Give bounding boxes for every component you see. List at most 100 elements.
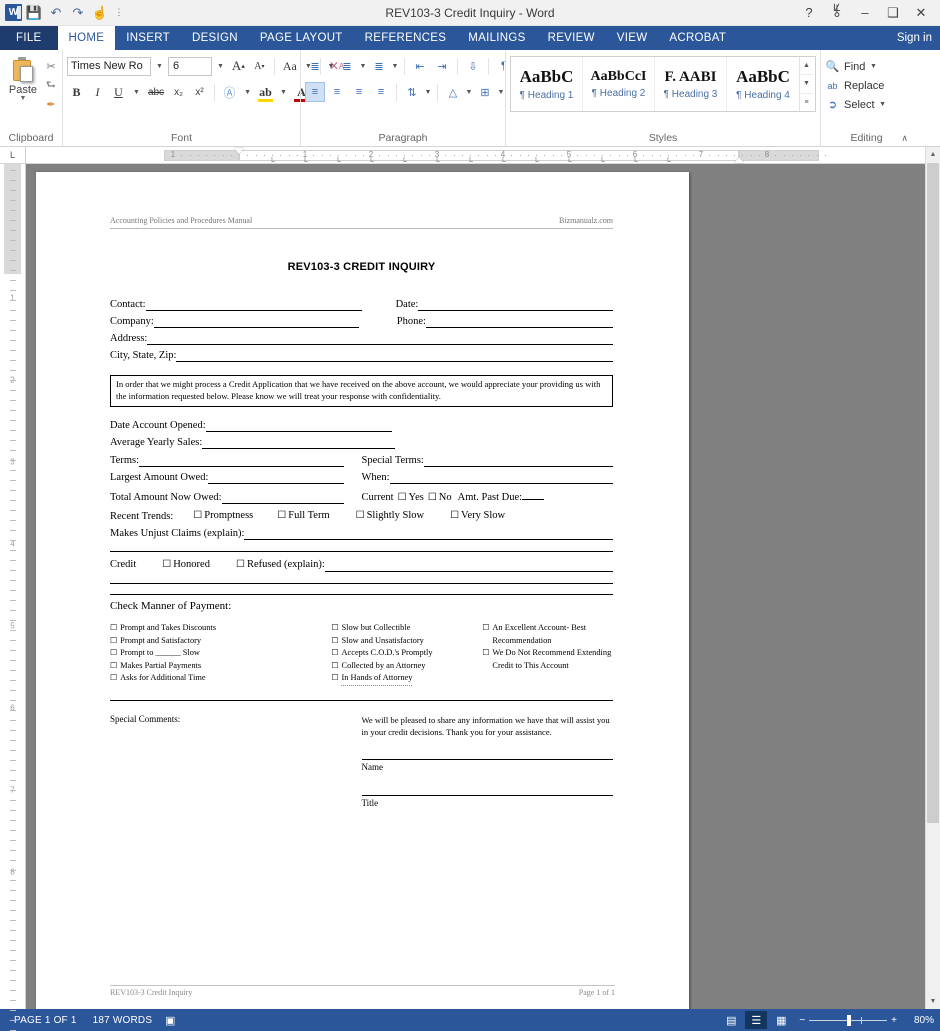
vertical-scrollbar[interactable]: ▲ ▼: [925, 147, 940, 1009]
borders-icon[interactable]: ⊞: [475, 82, 495, 102]
amt-past-due-input-line[interactable]: [522, 489, 545, 500]
multilevel-caret-icon[interactable]: ▼: [391, 63, 399, 70]
font-name-input[interactable]: Times New Ro: [67, 56, 151, 76]
checkbox-icon[interactable]: ☐: [482, 647, 489, 672]
document-canvas[interactable]: Accounting Policies and Procedures Manua…: [26, 164, 940, 1009]
credit-honored[interactable]: ☐ Honored: [162, 558, 210, 572]
payment-option[interactable]: ☐ In Hands of Attorney: [331, 672, 482, 686]
tab-view[interactable]: VIEW: [606, 26, 659, 50]
payment-option[interactable]: ☐ Asks for Additional Time: [110, 672, 331, 684]
borders-caret-icon[interactable]: ▼: [497, 89, 505, 96]
largest-owed-input-line[interactable]: [208, 473, 344, 485]
payment-option[interactable]: ☐ Prompt and Takes Discounts: [110, 622, 331, 634]
tab-insert[interactable]: INSERT: [115, 26, 181, 50]
select-button[interactable]: ➲ Select ▼: [825, 95, 887, 114]
style-heading-1[interactable]: AaBbC ¶ Heading 1: [511, 57, 583, 111]
align-right-button[interactable]: ≡: [349, 82, 369, 102]
style-heading-4[interactable]: AaBbC ¶ Heading 4: [727, 57, 799, 111]
help-button[interactable]: ?: [796, 2, 822, 24]
styles-scroll-up-icon[interactable]: ▲: [800, 57, 813, 76]
payment-option[interactable]: ☐ We Do Not Recommend Extending Credit to…: [482, 647, 613, 672]
tab-selector-icon[interactable]: L: [0, 147, 25, 164]
zoom-in-button[interactable]: +: [891, 1015, 897, 1026]
refused-checkbox[interactable]: ☐: [236, 559, 245, 572]
tab-review[interactable]: REVIEW: [537, 26, 606, 50]
highlight-caret-icon[interactable]: ▼: [277, 89, 290, 96]
horizontal-ruler-track[interactable]: 1 1 2 3 4 5 6 7 8 └ └ └ └ └ └ └ └ └ └ └ └ └: [34, 147, 826, 166]
document-content[interactable]: Accounting Policies and Procedures Manua…: [110, 216, 613, 809]
contact-input-line[interactable]: [145, 300, 362, 311]
total-owed-input-line[interactable]: [221, 493, 344, 505]
multilevel-list-icon[interactable]: ≣: [369, 56, 389, 76]
copy-icon[interactable]: ⮑: [43, 77, 59, 93]
bullets-icon[interactable]: ≣: [305, 56, 325, 76]
date-opened-input-line[interactable]: [205, 421, 392, 433]
scrollbar-thumb[interactable]: [927, 163, 939, 823]
scroll-down-icon[interactable]: ▼: [926, 994, 940, 1009]
redo-icon[interactable]: ↷: [68, 3, 88, 23]
ribbon-display-options-button[interactable]: ⯉: [824, 2, 850, 24]
payment-option[interactable]: ☐ Slow and Unsatisfactory: [331, 635, 482, 647]
when-input-line[interactable]: [389, 473, 613, 485]
line-spacing-icon[interactable]: ⇅: [402, 82, 422, 102]
read-mode-view-button[interactable]: ▤: [720, 1011, 742, 1029]
checkbox-icon[interactable]: ☐: [331, 672, 338, 685]
scroll-up-icon[interactable]: ▲: [926, 147, 940, 162]
payment-option[interactable]: ☐ Prompt and Satisfactory: [110, 635, 331, 647]
checkbox-icon[interactable]: ☐: [110, 672, 117, 684]
grow-font-icon[interactable]: A ▴: [229, 56, 248, 76]
select-caret-icon[interactable]: ▼: [879, 101, 887, 108]
name-signature-line[interactable]: [361, 758, 613, 760]
title-signature-line[interactable]: [361, 794, 613, 796]
payment-option[interactable]: ☐ Slow but Collectible: [331, 622, 482, 634]
checkbox-icon[interactable]: ☐: [331, 635, 338, 647]
shading-caret-icon[interactable]: ▼: [465, 89, 473, 96]
justify-button[interactable]: ≡: [371, 82, 391, 102]
checkbox-icon[interactable]: ☐: [331, 647, 338, 659]
slightly-slow-checkbox[interactable]: ☐: [356, 510, 365, 523]
trend-promptness[interactable]: ☐ Promptness: [193, 509, 253, 523]
collapse-ribbon-icon[interactable]: ∧: [901, 133, 908, 144]
styles-scroll-down-icon[interactable]: ▼: [800, 75, 813, 94]
cut-icon[interactable]: ✂: [43, 58, 59, 74]
line-spacing-caret-icon[interactable]: ▼: [424, 89, 432, 96]
underline-button[interactable]: U: [109, 82, 128, 102]
bold-button[interactable]: B: [67, 82, 86, 102]
style-heading-2[interactable]: AaBbCcI ¶ Heading 2: [583, 57, 655, 111]
tab-references[interactable]: REFERENCES: [354, 26, 458, 50]
numbering-icon[interactable]: ≣: [337, 56, 357, 76]
tab-acrobat[interactable]: ACROBAT: [658, 26, 737, 50]
quick-access-toolbar[interactable]: W 💾 ↶ ↷ ☝ ⋮: [0, 3, 126, 23]
align-center-button[interactable]: ≡: [327, 82, 347, 102]
italic-button[interactable]: I: [88, 82, 107, 102]
change-case-icon[interactable]: Aa: [280, 56, 300, 76]
styles-gallery[interactable]: AaBbC ¶ Heading 1 AaBbCcI ¶ Heading 2 F.…: [510, 56, 816, 112]
increase-indent-icon[interactable]: ⇥: [432, 56, 452, 76]
credit-refused[interactable]: ☐ Refused (explain):: [236, 558, 325, 572]
numbering-caret-icon[interactable]: ▼: [359, 63, 367, 70]
sign-in-link[interactable]: Sign in: [897, 26, 940, 50]
touch-mode-icon[interactable]: ☝: [90, 3, 110, 23]
full-term-checkbox[interactable]: ☐: [277, 510, 286, 523]
decrease-indent-icon[interactable]: ⇤: [410, 56, 430, 76]
paste-dropdown-caret-icon[interactable]: ▼: [20, 95, 27, 102]
checkbox-icon[interactable]: ☐: [110, 660, 117, 672]
window-controls[interactable]: ? ⯉ – ❑ ✕: [796, 2, 940, 24]
style-heading-3[interactable]: F. AABI ¶ Heading 3: [655, 57, 727, 111]
text-highlight-icon[interactable]: ab: [256, 82, 275, 102]
unjust-claims-input-line[interactable]: [244, 529, 613, 541]
print-layout-view-button[interactable]: ☰: [745, 1011, 768, 1029]
tab-mailings[interactable]: MAILINGS: [457, 26, 536, 50]
restore-button[interactable]: ❑: [880, 2, 906, 24]
zoom-track[interactable]: [809, 1014, 888, 1026]
paste-button[interactable]: Paste ▼: [3, 55, 43, 102]
document-page[interactable]: Accounting Policies and Procedures Manua…: [36, 172, 689, 1009]
zoom-slider[interactable]: − +: [799, 1014, 897, 1026]
save-icon[interactable]: 💾: [24, 3, 44, 23]
word-count[interactable]: 187 WORDS: [85, 1015, 161, 1026]
current-yes-checkbox[interactable]: ☐: [398, 492, 407, 505]
city-input-line[interactable]: [176, 351, 613, 363]
checkbox-icon[interactable]: ☐: [482, 622, 489, 647]
tab-file[interactable]: FILE: [0, 26, 58, 50]
checkbox-icon[interactable]: ☐: [331, 622, 338, 634]
